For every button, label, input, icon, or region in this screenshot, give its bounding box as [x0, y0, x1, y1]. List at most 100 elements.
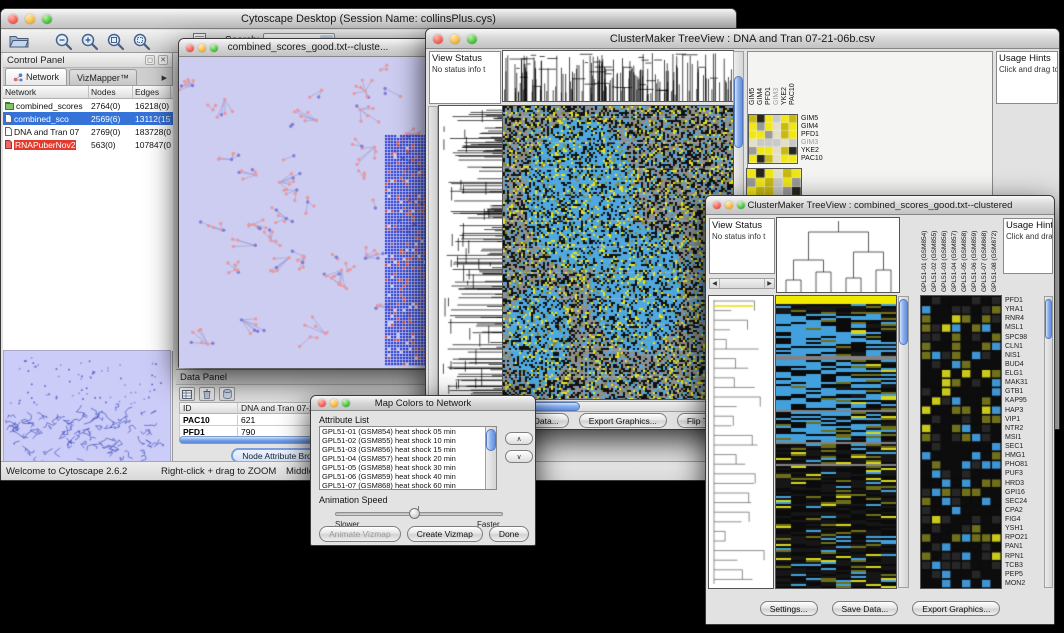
- gene-label[interactable]: SEC24: [1005, 497, 1043, 506]
- network-overview-thumbnail[interactable]: [4, 351, 170, 463]
- column-dendrogram[interactable]: [777, 218, 899, 292]
- gene-label[interactable]: PUF3: [1005, 469, 1043, 478]
- gene-label[interactable]: HAP3: [1005, 406, 1043, 415]
- gene-label[interactable]: GIM4: [801, 123, 823, 131]
- zoom-window-button[interactable]: [210, 44, 218, 52]
- gene-label[interactable]: GPI16: [1005, 488, 1043, 497]
- gene-label[interactable]: PAN1: [1005, 542, 1043, 551]
- gene-label[interactable]: YRA1: [1005, 305, 1043, 314]
- gene-label[interactable]: CLN1: [1005, 342, 1043, 351]
- left-scrollbar[interactable]: [428, 106, 438, 399]
- network-row[interactable]: DNA and Tran 07 2769(0) 183728(0): [3, 125, 173, 138]
- array-label[interactable]: GPL51-07 (GSM868): [981, 218, 991, 292]
- zoom-heatmap-canvas[interactable]: [921, 296, 1001, 588]
- gene-label[interactable]: RNR4: [1005, 314, 1043, 323]
- treeview1-titlebar[interactable]: ClusterMaker TreeView : DNA and Tran 07-…: [426, 29, 1059, 49]
- gene-label[interactable]: MON2: [1005, 579, 1043, 588]
- dialog-button[interactable]: Animate Vizmap: [319, 526, 401, 542]
- float-panel-icon[interactable]: ◻: [145, 55, 155, 65]
- select-attributes-button[interactable]: [179, 387, 195, 401]
- array-label[interactable]: GPL51-06 (GSM859): [971, 218, 981, 292]
- minimize-button[interactable]: [450, 34, 460, 44]
- move-down-button[interactable]: ∨: [505, 450, 533, 463]
- global-heatmap-canvas[interactable]: [776, 296, 896, 588]
- gene-label[interactable]: KAP95: [1005, 396, 1043, 405]
- attribute-list-item[interactable]: GPL51-03 (GSM856) heat shock 15 min: [320, 445, 496, 454]
- scrollbar-thumb[interactable]: [486, 429, 496, 451]
- zoom-window-button[interactable]: [467, 34, 477, 44]
- dialog-button[interactable]: Create Vizmap: [407, 526, 483, 542]
- close-button[interactable]: [433, 34, 443, 44]
- array-label[interactable]: PAC10: [789, 51, 797, 105]
- gene-label[interactable]: NIS1: [1005, 351, 1043, 360]
- gene-label[interactable]: ELG1: [1005, 369, 1043, 378]
- column-header-edges[interactable]: Edges: [133, 86, 171, 98]
- gene-label[interactable]: SPC98: [1005, 333, 1043, 342]
- zoom-fit-button[interactable]: [103, 31, 127, 51]
- array-label[interactable]: GPL51-01 (GSM854): [921, 218, 931, 292]
- gene-label[interactable]: GIM5: [801, 115, 823, 123]
- dialog-titlebar[interactable]: Map Colors to Network: [311, 396, 535, 411]
- gene-label[interactable]: GIM3: [801, 139, 823, 147]
- minimize-button[interactable]: [198, 44, 206, 52]
- zoom-in-button[interactable]: [77, 31, 101, 51]
- treeview-button[interactable]: Settings...: [760, 601, 818, 616]
- network-row[interactable]: RNAPuberNov2 563(0) 107847(0): [3, 138, 173, 151]
- column-header-id[interactable]: ID: [180, 403, 238, 413]
- attribute-functions-button[interactable]: [219, 387, 235, 401]
- vertical-scrollbar[interactable]: [898, 296, 909, 588]
- view-status-scrollbar[interactable]: ◀ ▶: [709, 278, 775, 289]
- gene-list-scrollbar[interactable]: [1044, 296, 1053, 588]
- gene-label[interactable]: MSL1: [1005, 323, 1043, 332]
- row-dendrogram[interactable]: [439, 106, 503, 399]
- slider-thumb[interactable]: [409, 508, 420, 519]
- minimize-button[interactable]: [25, 14, 35, 24]
- array-label[interactable]: GPL51-02 (GSM855): [931, 218, 941, 292]
- attribute-list-item[interactable]: GPL51-07 (GSM868) heat shock 60 min: [320, 481, 496, 490]
- gene-label[interactable]: NTR2: [1005, 424, 1043, 433]
- gene-label[interactable]: YSH1: [1005, 524, 1043, 533]
- scroll-left-icon[interactable]: ◀: [710, 279, 720, 288]
- array-label[interactable]: GIM5: [749, 51, 757, 105]
- gene-label[interactable]: PEP5: [1005, 570, 1043, 579]
- gene-label[interactable]: RPN1: [1005, 552, 1043, 561]
- array-label[interactable]: GPL51-05 (GSM858): [961, 218, 971, 292]
- zoom-window-button[interactable]: [737, 201, 745, 209]
- heatmap-canvas[interactable]: [503, 106, 733, 399]
- gene-label[interactable]: PAC10: [801, 155, 823, 163]
- network-view-titlebar[interactable]: combined_scores_good.txt--cluste...: [179, 39, 437, 57]
- gene-label[interactable]: TCB3: [1005, 561, 1043, 570]
- zoom-selected-button[interactable]: [129, 31, 153, 51]
- scrollbar-thumb[interactable]: [1045, 299, 1052, 339]
- gene-label[interactable]: HMG1: [1005, 451, 1043, 460]
- main-titlebar[interactable]: Cytoscape Desktop (Session Name: collins…: [1, 9, 736, 29]
- gene-label[interactable]: MAK31: [1005, 378, 1043, 387]
- array-label[interactable]: GPL51-04 (GSM857): [951, 218, 961, 292]
- minimize-button[interactable]: [725, 201, 733, 209]
- gene-label[interactable]: SEC1: [1005, 442, 1043, 451]
- array-label[interactable]: YKE2: [781, 51, 789, 105]
- close-button[interactable]: [8, 14, 18, 24]
- tab-vizmapper[interactable]: VizMapper™: [69, 69, 137, 85]
- scrollbar-thumb[interactable]: [899, 299, 908, 345]
- attribute-list-item[interactable]: GPL51-02 (GSM855) heat shock 10 min: [320, 436, 496, 445]
- network-row-selected[interactable]: combined_sco 2569(6) 13112(15): [3, 112, 173, 125]
- heatmap-h-scrollbar[interactable]: ◀ ▶: [503, 401, 733, 412]
- zoom-window-button[interactable]: [342, 399, 350, 407]
- attribute-list-item[interactable]: GPL51-04 (GSM857) heat shock 20 min: [320, 454, 496, 463]
- gene-label[interactable]: RPO21: [1005, 533, 1043, 542]
- close-button[interactable]: [318, 399, 326, 407]
- column-header-nodes[interactable]: Nodes: [89, 86, 133, 98]
- gene-label[interactable]: MSI1: [1005, 433, 1043, 442]
- column-dendrogram[interactable]: [503, 51, 733, 101]
- gene-label[interactable]: HRD3: [1005, 479, 1043, 488]
- gene-label[interactable]: PFD1: [1005, 296, 1043, 305]
- dialog-button[interactable]: Done: [489, 526, 529, 542]
- close-panel-icon[interactable]: ✕: [158, 55, 168, 65]
- gene-label[interactable]: CPA2: [1005, 506, 1043, 515]
- network-row[interactable]: combined_scores 2764(0) 16218(0): [3, 99, 173, 112]
- column-header-network[interactable]: Network: [3, 86, 89, 98]
- gene-label[interactable]: VIP1: [1005, 415, 1043, 424]
- treeview-button[interactable]: Export Graphics...: [912, 601, 1000, 616]
- gene-label[interactable]: GTB1: [1005, 387, 1043, 396]
